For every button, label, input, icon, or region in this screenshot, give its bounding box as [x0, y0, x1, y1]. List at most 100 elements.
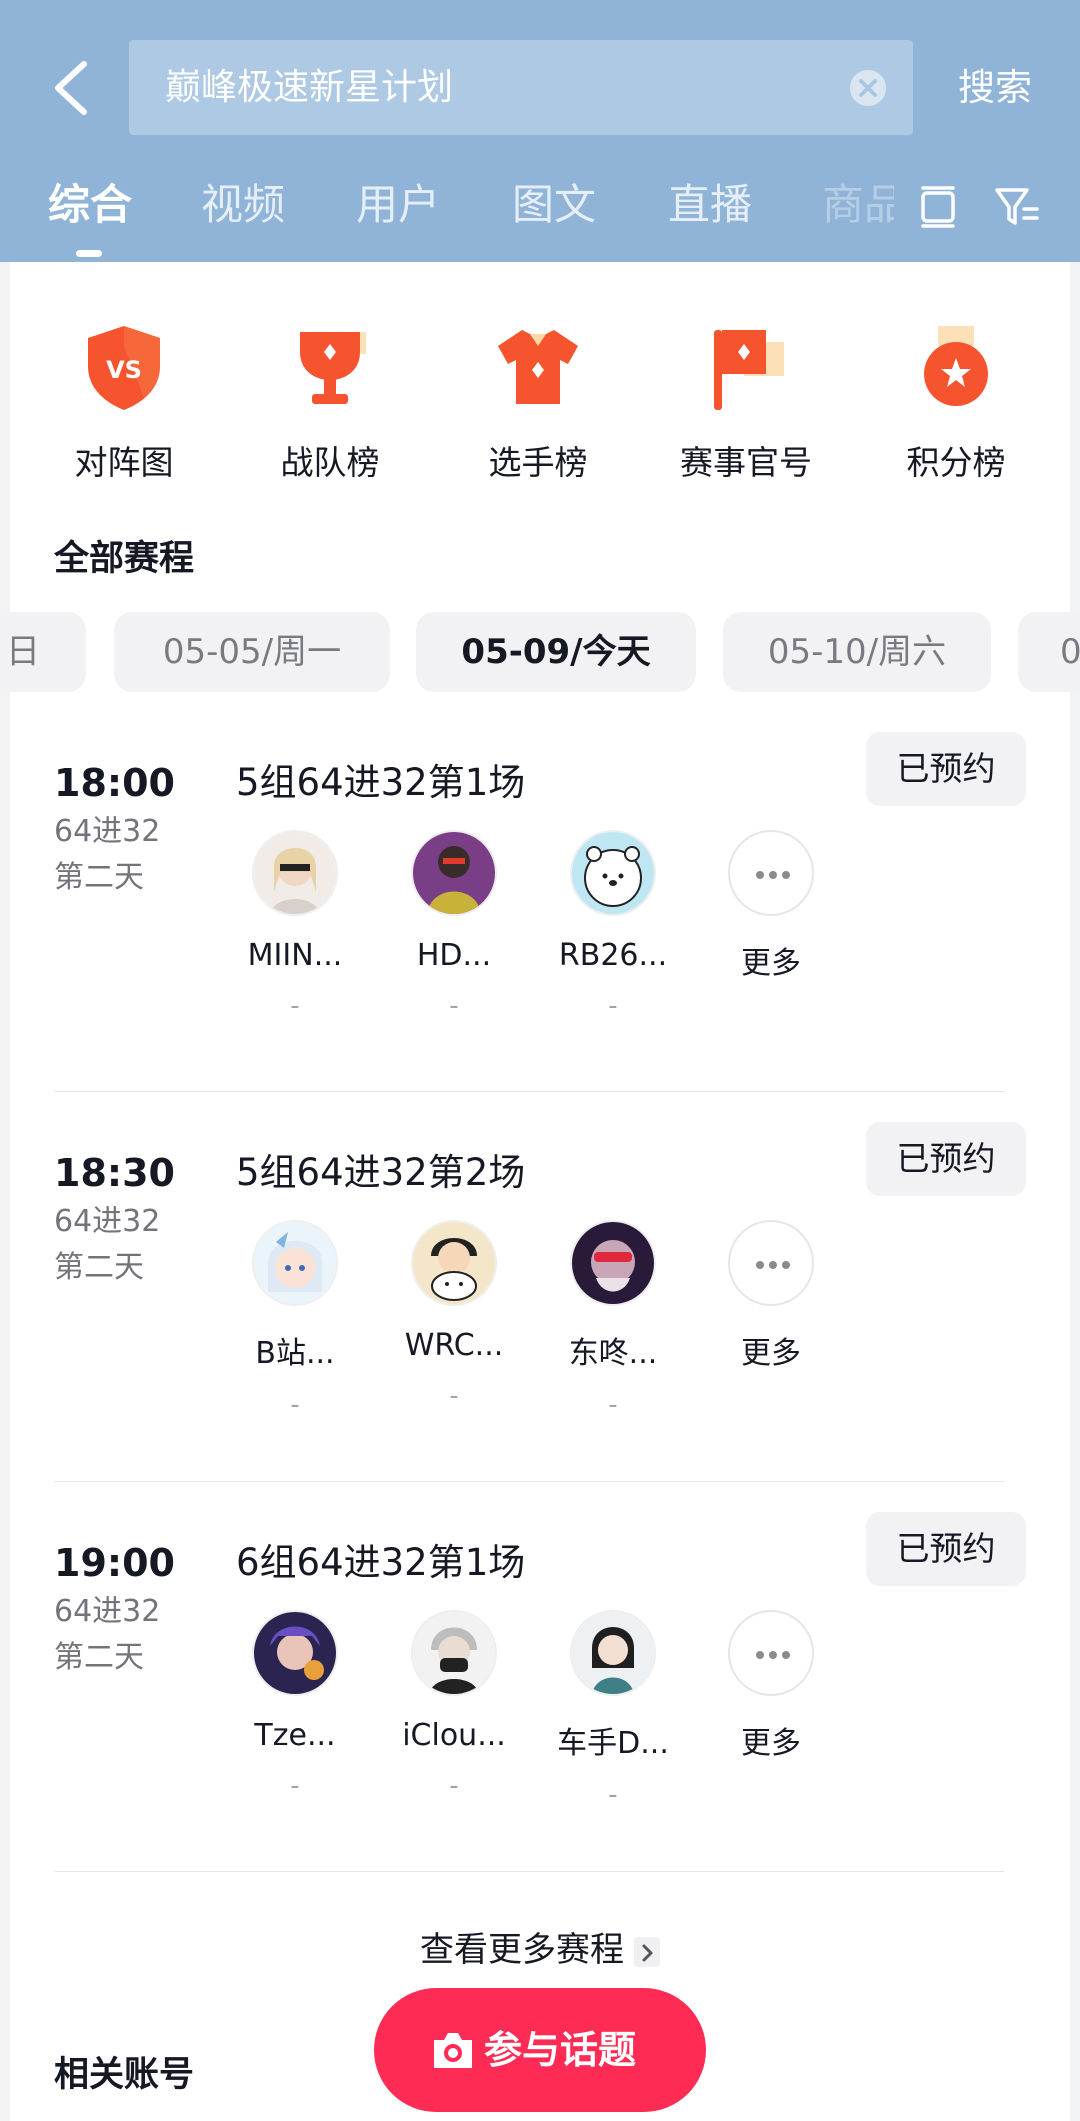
player[interactable]: 车手D... - [548, 1610, 678, 1808]
player-score: - [608, 1780, 618, 1810]
quick-entry-official[interactable]: 赛事官号 [666, 322, 826, 484]
search-button[interactable]: 搜索 [958, 40, 1032, 135]
camera-icon [434, 2033, 472, 2068]
player[interactable]: HD... - [389, 830, 519, 1019]
match-title: 5组64进32第2场 [236, 1151, 526, 1194]
player-score: - [290, 991, 300, 1021]
quick-entry-bracket[interactable]: VS 对阵图 [44, 322, 204, 484]
match-day: 第二天 [54, 1250, 144, 1285]
player-score: - [449, 1771, 459, 1801]
player-score: - [449, 991, 459, 1021]
player-name: 东咚... [568, 1336, 658, 1371]
match-round: 64进32 [54, 1204, 161, 1239]
quick-entry-label: 对阵图 [74, 443, 174, 482]
tab-video[interactable]: 视频 [201, 170, 285, 240]
tab-all[interactable]: 综合 [48, 170, 132, 240]
trophy-icon [300, 332, 366, 404]
player-name: HD... [416, 938, 492, 973]
avatar [252, 830, 338, 916]
date-chip[interactable]: 05-10/周六 [723, 612, 991, 692]
layout-toggle-icon[interactable] [918, 185, 958, 229]
avatar [570, 1220, 656, 1306]
player-name: WRC... [404, 1328, 504, 1363]
player-score: - [290, 1390, 300, 1420]
date-chip[interactable]: 0 [1018, 612, 1080, 692]
avatar [570, 830, 656, 916]
related-accounts-title: 相关账号 [54, 2055, 195, 2095]
player[interactable]: 东咚... - [548, 1220, 678, 1418]
quick-entry-player-rank[interactable]: 选手榜 [458, 322, 618, 484]
more-label: 更多 [741, 946, 801, 981]
player-name: 车手D... [557, 1726, 669, 1761]
clear-icon[interactable] [849, 69, 887, 107]
player-score: - [608, 991, 618, 1021]
more-players-button[interactable]: 更多 [706, 1610, 836, 1762]
quick-entry-points[interactable]: 积分榜 [876, 322, 1036, 484]
date-chip[interactable]: 日 [0, 612, 86, 692]
match-title: 6组64进32第1场 [236, 1541, 526, 1584]
join-topic-label: 参与话题 [483, 2028, 636, 2072]
match-round: 64进32 [54, 814, 161, 849]
more-schedule-label: 查看更多赛程 [420, 1930, 624, 1970]
match-time: 18:30 [54, 1151, 175, 1195]
avatar [252, 1610, 338, 1696]
match-time: 18:00 [54, 761, 175, 805]
tab-live[interactable]: 直播 [668, 170, 752, 240]
player[interactable]: RB26... - [548, 830, 678, 1019]
more-players-button[interactable]: 更多 [706, 830, 836, 982]
player[interactable]: Tze... - [230, 1610, 360, 1799]
reserved-button[interactable]: 已预约 [866, 732, 1026, 806]
more-players-button[interactable]: 更多 [706, 1220, 836, 1372]
match-title: 5组64进32第1场 [236, 761, 526, 804]
match-item[interactable]: 19:00 64进32 第二天 6组64进32第1场 已预约 Tze... - … [0, 1512, 1080, 1928]
match-item[interactable]: 18:30 64进32 第二天 5组64进32第2场 已预约 B站... - W… [0, 1122, 1080, 1538]
match-time: 19:00 [54, 1541, 175, 1585]
match-day: 第二天 [54, 860, 144, 895]
reserved-button[interactable]: 已预约 [866, 1122, 1026, 1196]
join-topic-button[interactable]: 参与话题 [374, 1988, 706, 2112]
quick-entry-label: 战队榜 [280, 443, 380, 482]
avatar [411, 1610, 497, 1696]
schedule-title: 全部赛程 [54, 539, 195, 579]
more-icon [728, 1610, 814, 1696]
tab-goods[interactable]: 商品 [822, 170, 894, 240]
chevron-right-icon [634, 1936, 660, 1967]
player-name: RB26... [558, 938, 668, 973]
medal-icon [924, 326, 988, 406]
more-icon [728, 1220, 814, 1306]
player[interactable]: WRC... - [389, 1220, 519, 1409]
avatar [252, 1220, 338, 1306]
more-label: 更多 [741, 1336, 801, 1371]
quick-entry-label: 赛事官号 [680, 443, 812, 482]
quick-entry-label: 积分榜 [906, 443, 1006, 482]
date-chip[interactable]: 05-05/周一 [114, 612, 390, 692]
player-name: Tze... [254, 1718, 336, 1753]
player[interactable]: B站... - [230, 1220, 360, 1418]
player-score: - [449, 1381, 459, 1411]
search-input[interactable]: 巅峰极速新星计划 [129, 40, 913, 135]
filter-icon[interactable] [994, 185, 1040, 229]
tab-users[interactable]: 用户 [356, 170, 440, 240]
match-item[interactable]: 18:00 64进32 第二天 5组64进32第1场 已预约 MIIN... -… [0, 732, 1080, 1148]
avatar [570, 1610, 656, 1696]
player-name: B站... [255, 1336, 335, 1371]
date-chip-active[interactable]: 05-09/今天 [416, 612, 696, 692]
match-day: 第二天 [54, 1640, 144, 1675]
player[interactable]: iClou... - [389, 1610, 519, 1799]
divider [54, 1481, 1004, 1482]
svg-text:VS: VS [106, 356, 142, 384]
quick-entry-team-rank[interactable]: 战队榜 [250, 322, 410, 484]
match-round: 64进32 [54, 1594, 161, 1629]
back-arrow-icon[interactable] [50, 60, 94, 116]
more-label: 更多 [741, 1726, 801, 1761]
more-schedule-link[interactable]: 查看更多赛程 [0, 1922, 1080, 1971]
quick-entry-label: 选手榜 [488, 443, 588, 482]
top-bar: 巅峰极速新星计划 搜索 综合 视频 用户 图文 直播 商品 [0, 0, 1080, 262]
player-name: iClou... [402, 1718, 506, 1753]
player[interactable]: MIIN... - [230, 830, 360, 1019]
divider [54, 1091, 1004, 1092]
player-name: MIIN... [247, 938, 343, 973]
tab-posts[interactable]: 图文 [512, 170, 596, 240]
reserved-button[interactable]: 已预约 [866, 1512, 1026, 1586]
avatar [411, 830, 497, 916]
